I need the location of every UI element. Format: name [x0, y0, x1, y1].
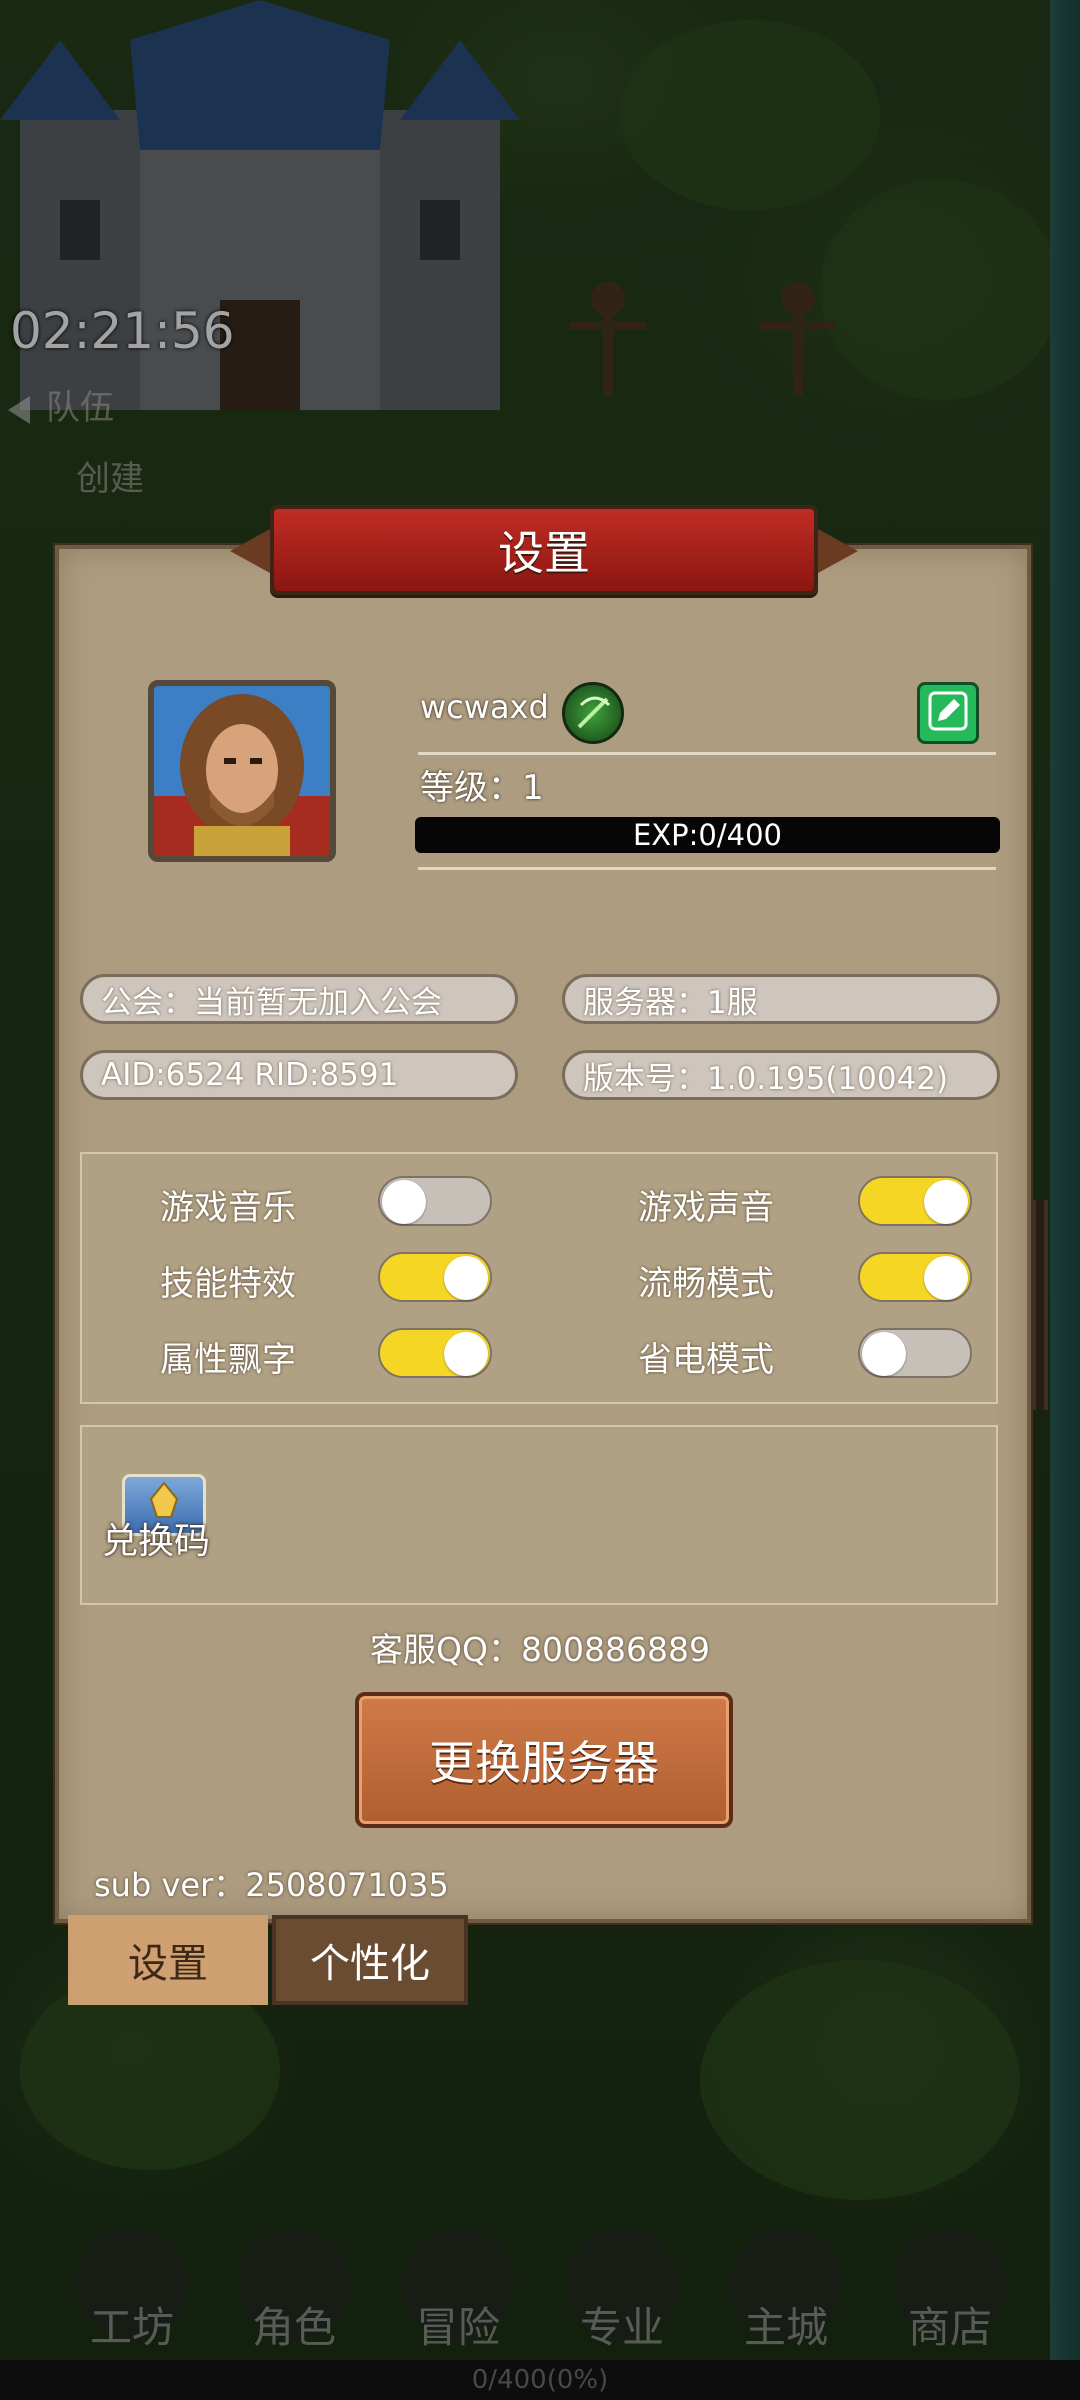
toggle-smooth-mode[interactable] [858, 1252, 972, 1302]
toggle-label-floating-text: 属性飘字 [160, 1340, 296, 1380]
divider [418, 752, 996, 755]
sub-version: sub ver：2508071035 [94, 1866, 449, 1904]
pencil-icon [928, 691, 968, 731]
toggle-knob [862, 1332, 906, 1376]
redeem-code-button[interactable]: 兑换码 [102, 1512, 210, 1564]
toggle-label-game-sound: 游戏声音 [638, 1188, 774, 1228]
exp-text: EXP:0/400 [632, 818, 783, 852]
toggle-knob [444, 1256, 488, 1300]
username: wcwaxd [420, 688, 549, 726]
avatar[interactable] [148, 680, 336, 862]
tab-personalize[interactable]: 个性化 [272, 1915, 468, 2005]
title-banner: 设置 [230, 505, 858, 595]
support-qq: 客服QQ：800886889 [370, 1630, 710, 1669]
toggle-knob [924, 1180, 968, 1224]
toggle-label-smooth-mode: 流畅模式 [638, 1264, 774, 1304]
toggle-label-skill-effects: 技能特效 [160, 1264, 296, 1304]
guild-info: 公会：当前暂无加入公会 [80, 974, 518, 1024]
redeem-section [80, 1425, 998, 1605]
toggle-knob [382, 1180, 426, 1224]
toggle-label-power-saving: 省电模式 [638, 1340, 774, 1380]
divider [418, 867, 996, 870]
version-info: 版本号：1.0.195(10042) [562, 1050, 1000, 1100]
exp-bar: EXP:0/400 [415, 817, 1000, 853]
toggle-game-music[interactable] [378, 1176, 492, 1226]
warrior-portrait-icon [154, 686, 330, 856]
tab-settings[interactable]: 设置 [68, 1915, 268, 2005]
crossbow-class-icon [562, 682, 624, 744]
toggle-knob [924, 1256, 968, 1300]
toggle-game-sound[interactable] [858, 1176, 972, 1226]
change-server-button[interactable]: 更换服务器 [355, 1692, 733, 1828]
toggle-skill-effects[interactable] [378, 1252, 492, 1302]
server-info: 服务器：1服 [562, 974, 1000, 1024]
edit-name-button[interactable] [917, 682, 979, 744]
toggle-power-saving[interactable] [858, 1328, 972, 1378]
level-label: 等级：1 [420, 768, 544, 808]
toggle-floating-text[interactable] [378, 1328, 492, 1378]
account-ids: AID:6524 RID:8591 [80, 1050, 518, 1100]
panel-title: 设置 [498, 526, 590, 580]
toggle-knob [444, 1332, 488, 1376]
toggle-label-game-music: 游戏音乐 [160, 1188, 296, 1228]
